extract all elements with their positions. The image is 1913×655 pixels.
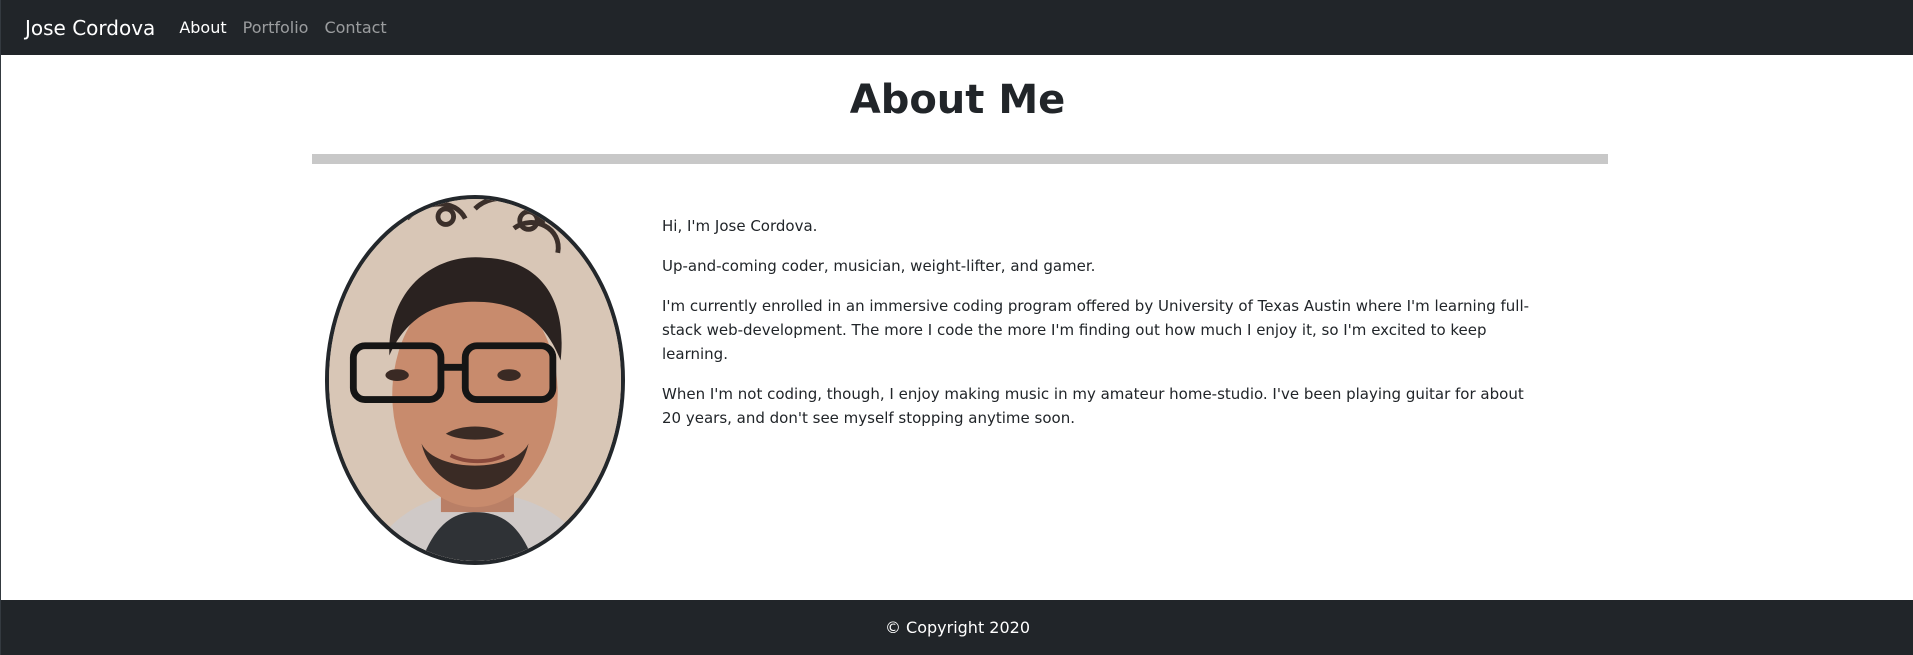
title-divider (312, 154, 1608, 164)
nav-link-contact[interactable]: Contact (324, 18, 386, 37)
bio-paragraph-education: I'm currently enrolled in an immersive c… (662, 297, 1530, 363)
nav-link-portfolio[interactable]: Portfolio (243, 18, 309, 37)
footer: © Copyright 2020 (1, 600, 1913, 655)
page-title: About Me (849, 77, 1066, 123)
bio-paragraph-intro: Hi, I'm Jose Cordova. (662, 217, 818, 235)
nav-link-about[interactable]: About (179, 18, 226, 37)
profile-photo (325, 195, 625, 565)
page: Jose Cordova About Portfolio Contact Abo… (0, 0, 1913, 655)
footer-copyright: © Copyright 2020 (884, 618, 1031, 637)
bio-text: Hi, I'm Jose Cordova. Up-and-coming code… (662, 214, 1532, 446)
bio-paragraph-interests: Up-and-coming coder, musician, weight-li… (662, 257, 1096, 275)
bio-paragraph-music: When I'm not coding, though, I enjoy mak… (662, 385, 1524, 427)
navbar: Jose Cordova About Portfolio Contact (1, 0, 1913, 55)
navbar-brand[interactable]: Jose Cordova (25, 16, 155, 40)
